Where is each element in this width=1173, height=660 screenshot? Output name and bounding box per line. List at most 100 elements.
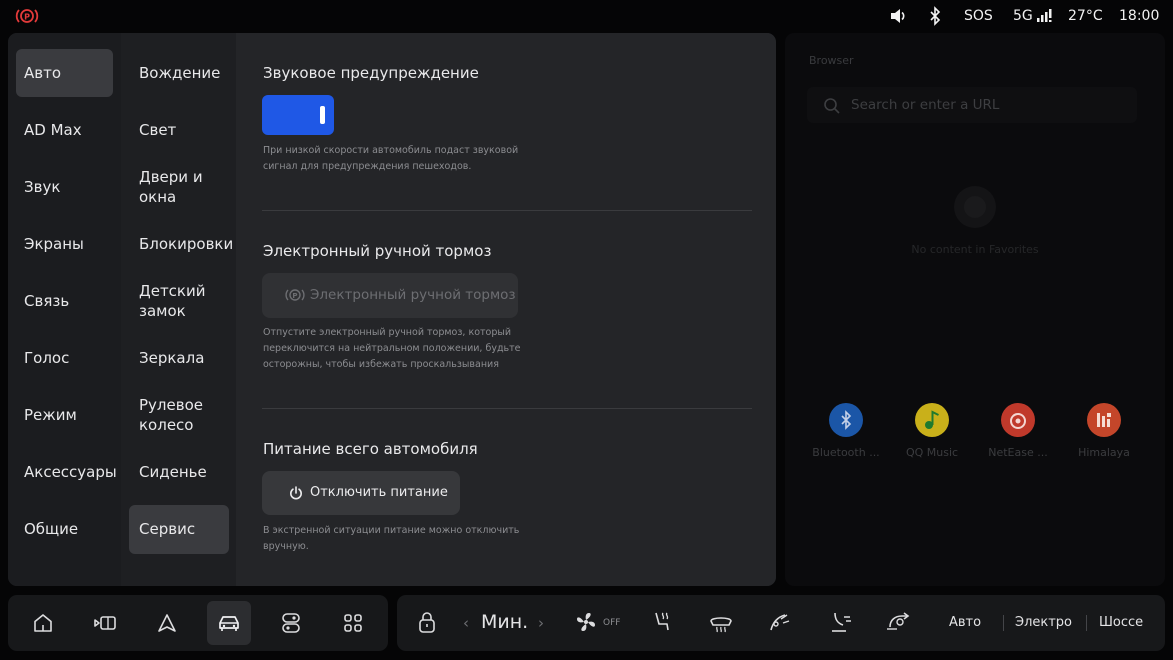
parking-brake-title: Электронный ручной тормоз xyxy=(263,242,492,260)
drive-mode-highway[interactable]: Шоссе xyxy=(1099,615,1143,630)
subcategory-menu: Вождение Свет Двери и окна Блокировки Де… xyxy=(121,33,236,586)
app-himalaya[interactable]: Himalaya xyxy=(1064,403,1144,459)
sound-warning-toggle[interactable] xyxy=(262,95,334,135)
clock: 18:00 xyxy=(1119,8,1160,24)
empty-favorites-icon xyxy=(953,185,997,229)
network-label: 5G xyxy=(1013,8,1033,24)
parking-brake-button[interactable]: P Электронный ручной тормоз xyxy=(262,273,518,318)
bluetooth-icon[interactable] xyxy=(928,6,942,26)
search-placeholder: Search or enter a URL xyxy=(851,97,1000,113)
signal-icon xyxy=(1036,6,1054,26)
subcategory-item-steering-wheel[interactable]: Рулевое колесо xyxy=(129,389,229,441)
power-title: Питание всего автомобиля xyxy=(263,440,478,458)
subcategory-item-child-lock[interactable]: Детский замок xyxy=(129,275,229,327)
car-screen-icon xyxy=(94,616,116,630)
car-screen-button[interactable] xyxy=(83,601,127,645)
seat-heat-button[interactable] xyxy=(648,609,674,635)
parking-brake-button-label: Электронный ручной тормоз xyxy=(310,287,516,303)
divider xyxy=(262,210,752,211)
fan-icon xyxy=(577,613,595,631)
svg-text:P: P xyxy=(24,13,30,22)
app-label: QQ Music xyxy=(905,446,959,459)
browser-title: Browser xyxy=(809,54,854,67)
airflow-feet-icon xyxy=(832,612,851,632)
category-item-voice[interactable]: Голос xyxy=(16,334,113,382)
lock-icon xyxy=(419,612,435,633)
recirculation-button[interactable] xyxy=(885,609,913,635)
climate-dock: ‹ Мин. › OFF Авто Электро Шоссе xyxy=(397,595,1165,651)
power-icon xyxy=(288,485,304,501)
category-item-ad-max[interactable]: AD Max xyxy=(16,106,113,154)
navigation-button[interactable] xyxy=(145,601,189,645)
power-off-button[interactable]: Отключить питание xyxy=(262,471,460,515)
sound-warning-description: При низкой скорости автомобиль подаст зв… xyxy=(263,145,519,172)
home-button[interactable] xyxy=(21,601,65,645)
fan-speed-value: Мин. xyxy=(481,611,529,633)
netease-music-icon xyxy=(1001,403,1035,437)
temperature-label: 27°C xyxy=(1068,8,1103,24)
app-netease-music[interactable]: NetEase ... xyxy=(978,403,1058,459)
browser-search-input[interactable]: Search or enter a URL xyxy=(807,87,1137,123)
apps-button[interactable] xyxy=(331,601,375,645)
toggle-knob xyxy=(320,106,325,124)
settings-content: Звуковое предупреждение При низкой скоро… xyxy=(236,33,776,586)
subcategory-item-seat[interactable]: Сиденье xyxy=(129,456,229,488)
vehicle-icon xyxy=(219,616,239,631)
category-item-auto[interactable]: Авто xyxy=(16,49,113,97)
subcategory-item-mirrors[interactable]: Зеркала xyxy=(129,342,229,374)
category-item-mode[interactable]: Режим xyxy=(16,391,113,439)
fan-decrease-icon[interactable]: ‹ xyxy=(463,614,469,632)
drive-mode-electric[interactable]: Электро xyxy=(1015,615,1072,630)
recirculation-icon xyxy=(887,612,910,630)
fan-increase-icon[interactable]: › xyxy=(538,614,544,632)
empty-favorites-text: No content in Favorites xyxy=(911,243,1039,256)
parking-brake-icon: P xyxy=(284,287,306,303)
divider xyxy=(262,408,752,409)
app-label: NetEase ... xyxy=(988,446,1048,459)
airflow-feet-button[interactable] xyxy=(827,609,853,635)
subcategory-item-driving[interactable]: Вождение xyxy=(129,57,229,89)
category-item-connection[interactable]: Связь xyxy=(16,277,113,325)
category-item-general[interactable]: Общие xyxy=(16,505,113,553)
category-item-accessories[interactable]: Аксессуары xyxy=(16,448,117,496)
subcategory-item-locks[interactable]: Блокировки xyxy=(129,228,233,260)
browser-panel: Browser Search or enter a URL No content… xyxy=(785,33,1165,586)
subcategory-item-service[interactable]: Сервис xyxy=(129,505,229,554)
category-item-screens[interactable]: Экраны xyxy=(16,220,113,268)
drive-mode-auto[interactable]: Авто xyxy=(949,615,981,630)
toggle-icon xyxy=(282,613,300,633)
seat-heat-icon xyxy=(655,612,669,631)
navigation-icon xyxy=(158,614,176,632)
vehicle-button[interactable] xyxy=(207,601,251,645)
power-off-button-label: Отключить питание xyxy=(310,485,448,500)
qq-music-icon xyxy=(915,403,949,437)
separator xyxy=(1086,615,1087,631)
sos-button[interactable]: SOS xyxy=(964,6,993,26)
subcategory-item-lights[interactable]: Свет xyxy=(129,114,229,146)
lock-button[interactable] xyxy=(416,609,438,635)
app-label: Himalaya xyxy=(1078,446,1130,459)
parking-brake-description: Отпустите электронный ручной тормоз, кот… xyxy=(263,327,521,370)
category-item-sound[interactable]: Звук xyxy=(16,163,113,211)
bluetooth-app-icon xyxy=(829,403,863,437)
volume-icon[interactable] xyxy=(889,6,907,26)
app-qq-music[interactable]: QQ Music xyxy=(892,403,972,459)
himalaya-icon xyxy=(1087,403,1121,437)
controls-button[interactable] xyxy=(269,601,313,645)
airflow-face-button[interactable] xyxy=(767,609,793,635)
home-icon xyxy=(34,614,52,632)
svg-text:P: P xyxy=(292,292,297,300)
subcategory-item-doors-windows[interactable]: Двери и окна xyxy=(129,161,229,213)
category-menu: Авто AD Max Звук Экраны Связь Голос Режи… xyxy=(8,33,121,586)
power-description: В экстренной ситуации питание можно откл… xyxy=(263,525,520,552)
front-defrost-icon xyxy=(710,617,732,633)
app-bluetooth-music[interactable]: Bluetooth ... xyxy=(806,403,886,459)
sound-warning-title: Звуковое предупреждение xyxy=(263,64,479,82)
separator xyxy=(1003,615,1004,631)
nav-dock xyxy=(8,595,388,651)
apps-grid-icon xyxy=(344,614,362,632)
fan-button[interactable] xyxy=(573,609,599,635)
front-defrost-button[interactable] xyxy=(708,609,734,635)
app-label: Bluetooth ... xyxy=(812,446,880,459)
search-icon xyxy=(823,97,841,115)
